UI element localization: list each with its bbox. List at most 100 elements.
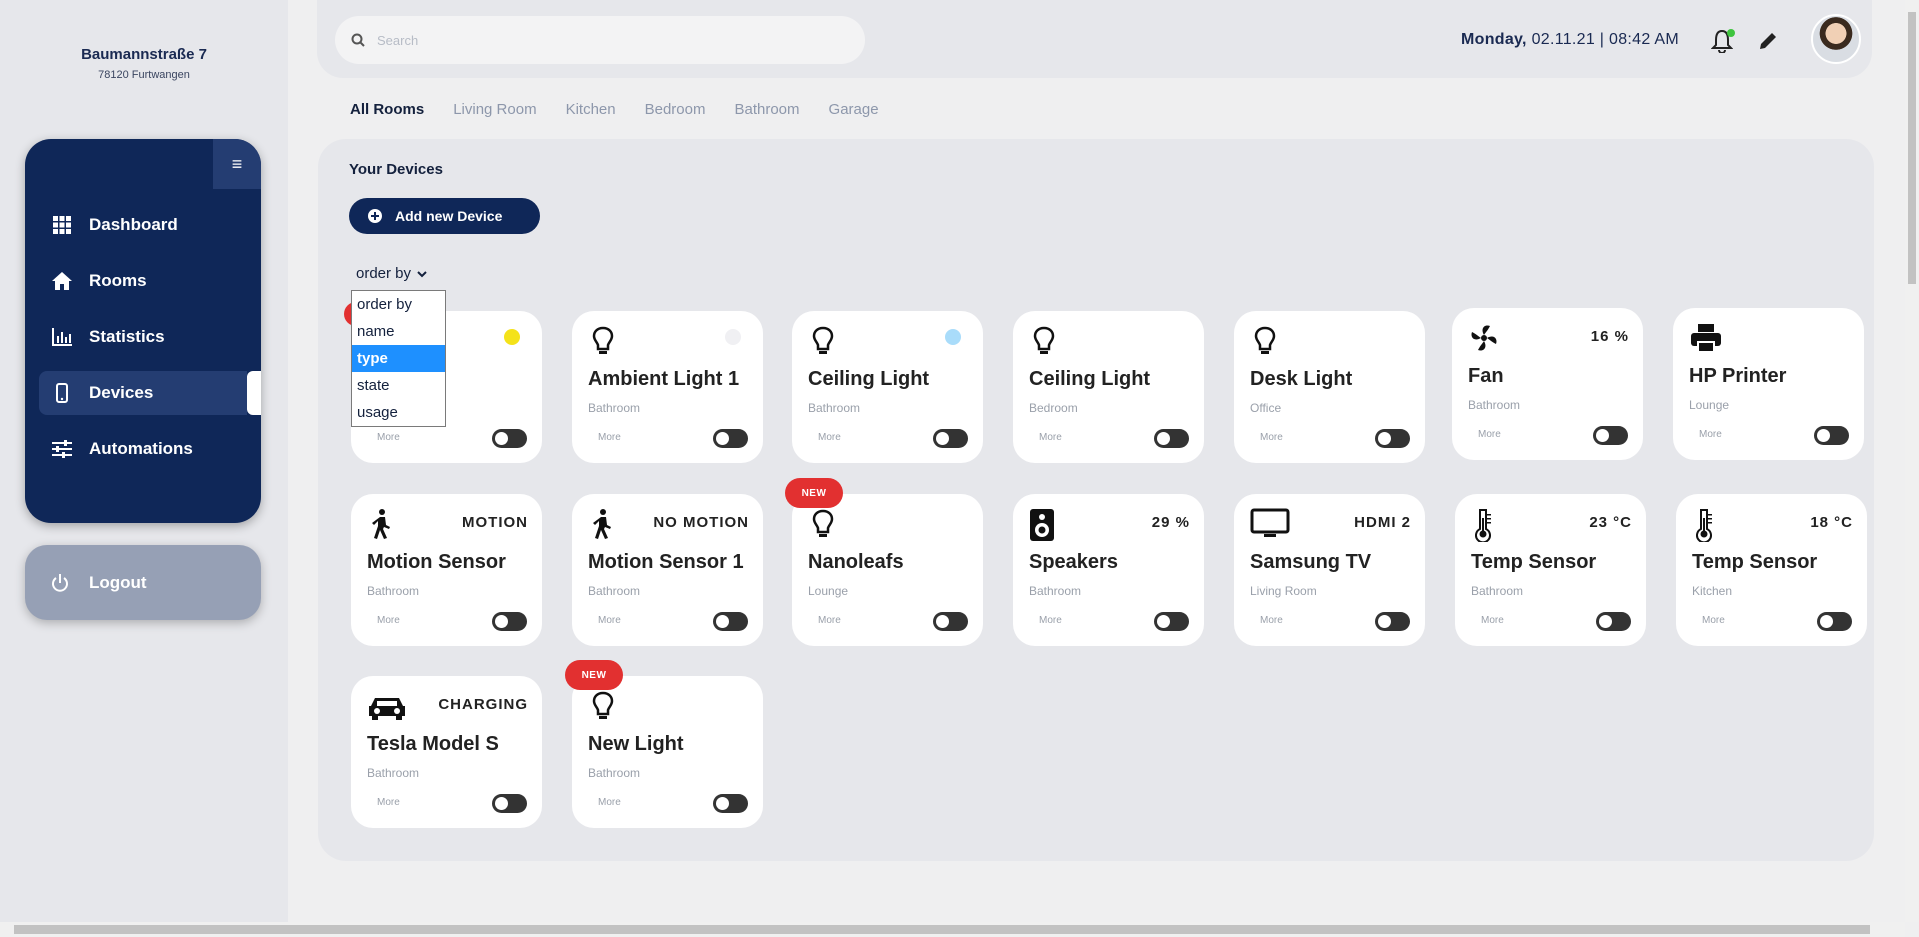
order-option[interactable]: order by (352, 291, 445, 318)
device-name: Ambient Light 1 (588, 368, 740, 390)
more-link[interactable]: More (1260, 615, 1283, 626)
device-name: HP Printer (1689, 365, 1787, 387)
avatar[interactable] (1811, 14, 1861, 64)
tab-living-room[interactable]: Living Room (453, 101, 536, 118)
device-card[interactable]: New Light Bathroom More (572, 676, 763, 828)
power-toggle[interactable] (1593, 426, 1628, 445)
top-bar: Monday, 02.11.21 | 08:42 AM (317, 0, 1872, 78)
device-name: Fan (1468, 365, 1504, 387)
power-toggle[interactable] (492, 794, 527, 813)
more-link[interactable]: More (1702, 615, 1725, 626)
tab-garage[interactable]: Garage (829, 101, 879, 118)
device-card[interactable]: Desk Light Office More (1234, 311, 1425, 463)
scroll-thumb[interactable] (1908, 12, 1916, 284)
power-toggle[interactable] (933, 429, 968, 448)
room-tabs: All Rooms Living Room Kitchen Bedroom Ba… (350, 101, 879, 118)
power-toggle[interactable] (713, 794, 748, 813)
device-card[interactable]: 18 °C Temp Sensor Kitchen More (1676, 494, 1867, 646)
sidebar-item-automations[interactable]: Automations (39, 427, 247, 471)
device-room: Office (1250, 401, 1282, 415)
order-by-select[interactable]: order by (356, 265, 427, 282)
order-option[interactable]: usage (352, 399, 445, 426)
device-card[interactable]: CHARGING Tesla Model S Bathroom More (351, 676, 542, 828)
more-link[interactable]: More (377, 432, 400, 443)
more-link[interactable]: More (377, 797, 400, 808)
sidebar-item-rooms[interactable]: Rooms (39, 259, 247, 303)
thermometer-icon (1692, 508, 1724, 544)
device-card[interactable]: 29 % Speakers Bathroom More (1013, 494, 1204, 646)
power-toggle[interactable] (1154, 612, 1189, 631)
tab-bedroom[interactable]: Bedroom (645, 101, 706, 118)
device-card[interactable]: 23 °C Temp Sensor Bathroom More (1455, 494, 1646, 646)
sidebar-item-dashboard[interactable]: Dashboard (39, 203, 247, 247)
more-link[interactable]: More (1478, 429, 1501, 440)
sidebar-item-statistics[interactable]: Statistics (39, 315, 247, 359)
device-name: New Light (588, 733, 684, 755)
bell-icon[interactable] (1710, 29, 1735, 54)
edit-icon[interactable] (1757, 30, 1779, 52)
device-room: Lounge (808, 584, 849, 598)
search-input[interactable] (377, 32, 837, 48)
vertical-scrollbar[interactable] (1905, 0, 1919, 922)
address-street: Baumannstraße 7 (81, 46, 207, 63)
hamburger-icon[interactable]: ≡ (213, 139, 261, 189)
more-link[interactable]: More (1260, 432, 1283, 443)
device-card[interactable]: 16 % Fan Bathroom More (1452, 308, 1643, 460)
add-device-button[interactable]: Add new Device (349, 198, 540, 234)
tab-bathroom[interactable]: Bathroom (734, 101, 799, 118)
more-link[interactable]: More (1039, 615, 1062, 626)
device-room: Bathroom (588, 766, 641, 780)
order-option-selected[interactable]: type (352, 345, 445, 372)
power-toggle[interactable] (1814, 426, 1849, 445)
power-toggle[interactable] (1375, 612, 1410, 631)
order-option[interactable]: name (352, 318, 445, 345)
sidebar-item-devices[interactable]: Devices (39, 371, 247, 415)
bulb-icon (588, 690, 620, 722)
power-icon (49, 572, 71, 594)
device-room: Bathroom (367, 766, 420, 780)
device-card[interactable]: HDMI 2 Samsung TV Living Room More (1234, 494, 1425, 646)
order-option[interactable]: state (352, 372, 445, 399)
device-card[interactable]: HP Printer Lounge More (1673, 308, 1864, 460)
more-link[interactable]: More (818, 615, 841, 626)
car-icon (367, 690, 405, 722)
device-status: 23 °C (1589, 514, 1632, 531)
more-link[interactable]: More (1481, 615, 1504, 626)
power-toggle[interactable] (933, 612, 968, 631)
more-link[interactable]: More (1699, 429, 1722, 440)
device-room: Bathroom (1468, 398, 1521, 412)
device-card[interactable]: Nanoleafs Lounge More (792, 494, 983, 646)
tab-all-rooms[interactable]: All Rooms (350, 101, 424, 118)
more-link[interactable]: More (1039, 432, 1062, 443)
bulb-icon (1029, 325, 1061, 357)
more-link[interactable]: More (598, 432, 621, 443)
plus-circle-icon (368, 209, 382, 223)
power-toggle[interactable] (492, 612, 527, 631)
power-toggle[interactable] (713, 429, 748, 448)
more-link[interactable]: More (818, 432, 841, 443)
device-status: CHARGING (438, 696, 528, 713)
power-toggle[interactable] (1154, 429, 1189, 448)
device-name: Ceiling Light (1029, 368, 1151, 390)
power-toggle[interactable] (1375, 429, 1410, 448)
logout-label: Logout (89, 572, 147, 592)
more-link[interactable]: More (377, 615, 400, 626)
device-room: Kitchen (1692, 584, 1733, 598)
device-room: Bathroom (808, 401, 861, 415)
search-bar[interactable] (335, 16, 865, 64)
more-link[interactable]: More (598, 615, 621, 626)
device-card[interactable]: Ceiling Light Bathroom More (792, 311, 983, 463)
device-card[interactable]: Ceiling Light Bedroom More (1013, 311, 1204, 463)
power-toggle[interactable] (1817, 612, 1852, 631)
tab-kitchen[interactable]: Kitchen (566, 101, 616, 118)
power-toggle[interactable] (492, 429, 527, 448)
power-toggle[interactable] (1596, 612, 1631, 631)
device-card[interactable]: MOTION Motion Sensor Bathroom More (351, 494, 542, 646)
horizontal-scrollbar[interactable] (0, 922, 1905, 937)
more-link[interactable]: More (598, 797, 621, 808)
device-card[interactable]: Ambient Light 1 Bathroom More (572, 311, 763, 463)
logout-button[interactable]: Logout (25, 545, 261, 620)
power-toggle[interactable] (713, 612, 748, 631)
device-card[interactable]: NO MOTION Motion Sensor 1 Bathroom More (572, 494, 763, 646)
scroll-thumb[interactable] (14, 925, 1870, 934)
